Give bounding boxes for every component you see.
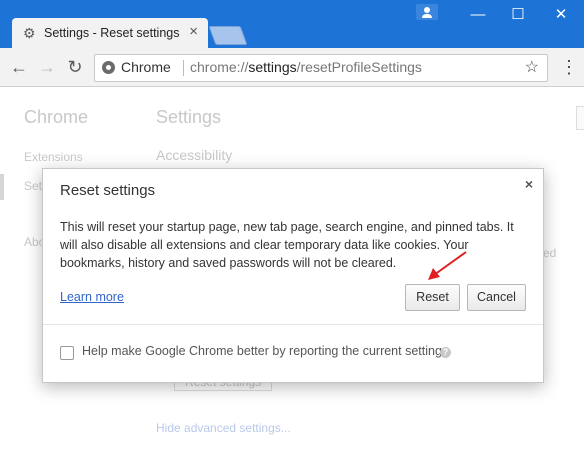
sidebar-item-extensions[interactable]: Extensions: [24, 150, 83, 164]
security-chip-label: Chrome: [121, 59, 171, 75]
report-settings-checkbox[interactable]: [60, 346, 74, 360]
bookmark-star-icon[interactable]: ☆: [525, 57, 539, 77]
cancel-button[interactable]: Cancel: [467, 284, 526, 311]
person-icon[interactable]: [416, 4, 438, 20]
accessibility-heading: Accessibility: [156, 147, 233, 163]
maximize-button[interactable]: ☐: [498, 0, 538, 30]
annotation-arrow-icon: [428, 251, 467, 280]
menu-icon[interactable]: ⋮: [560, 56, 578, 78]
dialog-close-icon[interactable]: ×: [525, 176, 533, 192]
gear-icon: ⚙: [23, 25, 36, 41]
page-title: Settings: [156, 107, 222, 127]
url-text[interactable]: chrome://settings/resetProfileSettings: [190, 59, 422, 75]
reset-button[interactable]: Reset: [405, 284, 460, 311]
sidebar-title: Chrome: [24, 107, 89, 127]
scrollbar[interactable]: [576, 106, 584, 130]
bg-text-fragment: ed: [543, 246, 557, 260]
minimize-button[interactable]: —: [458, 0, 498, 30]
hide-advanced-link[interactable]: Hide advanced settings...: [156, 421, 291, 435]
title-bar: ⚙ Settings - Reset settings × — ☐ ✕: [0, 0, 584, 48]
sidebar-selection-marker: [0, 174, 4, 200]
chip-divider: [183, 60, 184, 76]
browser-toolbar: ← → ↻ Chrome chrome://settings/resetProf…: [0, 48, 584, 87]
dialog-footer: Help make Google Chrome better by report…: [43, 325, 543, 382]
chrome-icon: [102, 61, 115, 74]
address-bar[interactable]: Chrome chrome://settings/resetProfileSet…: [94, 54, 548, 82]
tab-close-icon[interactable]: ×: [189, 24, 198, 40]
help-icon[interactable]: ?: [440, 347, 451, 358]
new-tab-button[interactable]: [208, 26, 248, 45]
tab-settings[interactable]: ⚙ Settings - Reset settings ×: [12, 18, 208, 48]
report-settings-label[interactable]: Help make Google Chrome better by report…: [82, 344, 448, 358]
forward-button[interactable]: →: [36, 56, 58, 78]
reload-button[interactable]: ↻: [64, 56, 86, 78]
learn-more-link[interactable]: Learn more: [60, 290, 124, 304]
dialog-title: Reset settings: [60, 182, 156, 199]
tab-title: Settings - Reset settings: [44, 26, 180, 40]
window-close-button[interactable]: ✕: [541, 0, 581, 30]
back-button[interactable]: ←: [8, 56, 30, 78]
